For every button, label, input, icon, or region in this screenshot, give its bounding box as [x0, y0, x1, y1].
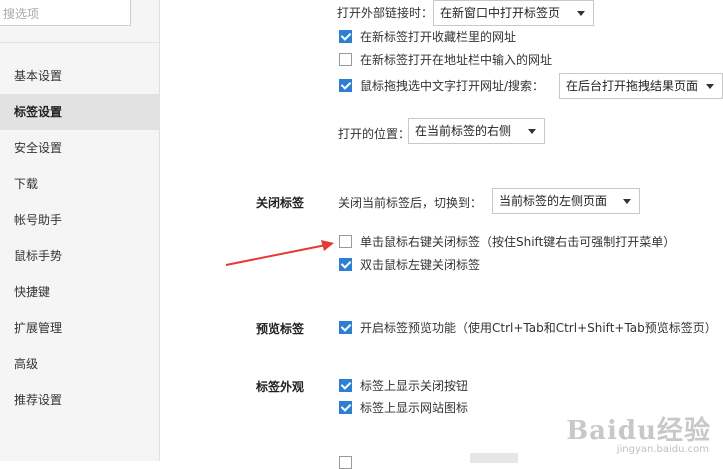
external-link-label: 打开外部链接时：	[337, 6, 434, 20]
option-label: 双击鼠标左键关闭标签	[360, 258, 481, 272]
drag-select-value: 在后台打开拖拽结果页面	[566, 79, 699, 93]
after-close-select[interactable]: 当前标签的左侧页面	[492, 188, 640, 214]
after-close-value: 当前标签的左侧页面	[499, 194, 608, 208]
sidebar-item-advanced[interactable]: 高级	[0, 346, 159, 382]
sidebar-item-security[interactable]: 安全设置	[0, 130, 159, 166]
settings-sidebar: 搜选项 基本设置 标签设置 安全设置 下载 帐号助手 鼠标手势 快捷键 扩展管理…	[0, 0, 160, 461]
checkbox-checked-icon[interactable]	[339, 379, 352, 392]
option-label: 开启标签预览功能（使用Ctrl+Tab和Ctrl+Shift+Tab预览标签页）	[360, 321, 717, 335]
external-link-value: 在新窗口中打开标签页	[440, 6, 561, 20]
chevron-down-icon	[706, 84, 714, 89]
sidebar-divider	[0, 42, 159, 43]
checkbox-unchecked-icon[interactable]	[339, 456, 352, 469]
sidebar-item-basic[interactable]: 基本设置	[0, 58, 159, 94]
open-position-value: 在当前标签的右侧	[415, 124, 512, 138]
after-close-label: 关闭当前标签后，切换到：	[338, 196, 483, 210]
drag-select-dropdown[interactable]: 在后台打开拖拽结果页面	[559, 73, 723, 99]
option-label: 鼠标拖拽选中文字打开网址/搜索：	[360, 79, 545, 93]
search-input[interactable]: 搜选项	[0, 0, 131, 26]
checkbox-checked-icon[interactable]	[339, 30, 352, 43]
option-label: 标签上显示网站图标	[360, 401, 469, 415]
sidebar-item-recommended[interactable]: 推荐设置	[0, 382, 159, 418]
sidebar-item-shortcuts[interactable]: 快捷键	[0, 274, 159, 310]
open-position-label: 打开的位置：	[338, 127, 411, 141]
option-label: 标签上显示关闭按钮	[360, 379, 469, 393]
checkbox-unchecked-icon[interactable]	[339, 53, 352, 66]
section-title-preview-tab: 预览标签	[256, 322, 305, 336]
search-placeholder: 搜选项	[3, 7, 40, 21]
watermark-text: Baidu经验	[566, 416, 711, 446]
external-link-select[interactable]: 在新窗口中打开标签页	[433, 0, 594, 26]
checkbox-checked-icon[interactable]	[339, 401, 352, 414]
partial-control	[470, 453, 518, 463]
open-position-select[interactable]: 在当前标签的右侧	[408, 118, 545, 144]
option-label: 在新标签打开收藏栏里的网址	[360, 30, 517, 44]
chevron-down-icon	[577, 11, 585, 16]
section-title-tab-appearance: 标签外观	[256, 380, 305, 394]
chevron-down-icon	[528, 129, 536, 134]
section-title-close-tab: 关闭标签	[256, 196, 305, 210]
sidebar-item-tabs[interactable]: 标签设置	[0, 94, 159, 130]
sidebar-item-download[interactable]: 下载	[0, 166, 159, 202]
watermark-url: jingyan.baidu.com	[616, 444, 709, 455]
option-label: 单击鼠标右键关闭标签（按住Shift键右击可强制打开菜单）	[360, 235, 676, 249]
sidebar-item-mouse-gesture[interactable]: 鼠标手势	[0, 238, 159, 274]
settings-main: 打开外部链接时： 在新窗口中打开标签页 在新标签打开收藏栏里的网址 在新标签打开…	[160, 0, 723, 469]
sidebar-item-account[interactable]: 帐号助手	[0, 202, 159, 238]
checkbox-checked-icon[interactable]	[339, 79, 352, 92]
sidebar-item-extensions[interactable]: 扩展管理	[0, 310, 159, 346]
chevron-down-icon	[623, 199, 631, 204]
baidu-watermark: Baidu经验 jingyan.baidu.com	[566, 410, 711, 455]
checkbox-checked-icon[interactable]	[339, 321, 352, 334]
annotation-arrow-icon	[225, 240, 334, 266]
option-label: 在新标签打开在地址栏中输入的网址	[360, 53, 553, 67]
